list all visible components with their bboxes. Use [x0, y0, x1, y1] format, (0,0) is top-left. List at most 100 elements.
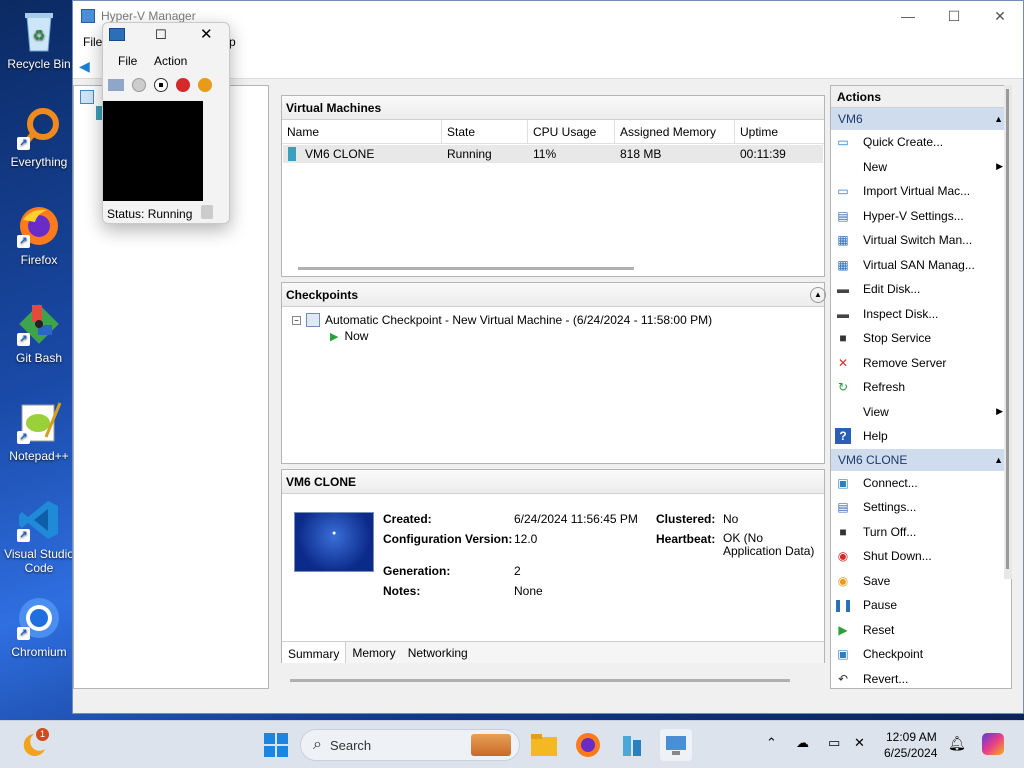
- vm-row[interactable]: VM6 CLONE Running 11% 818 MB 00:11:39: [283, 145, 823, 163]
- maximize-button[interactable]: ☐: [931, 1, 977, 31]
- lock-icon: [201, 205, 213, 219]
- file-explorer-icon[interactable]: [528, 729, 560, 761]
- action-shut-down[interactable]: ◉ Shut Down...: [831, 544, 1011, 569]
- shutdown-icon[interactable]: [176, 78, 190, 92]
- column-state[interactable]: State: [442, 120, 528, 143]
- blank-icon: [835, 159, 851, 175]
- action-pause[interactable]: ❚❚ Pause: [831, 593, 1011, 618]
- clock-time[interactable]: 12:09 AM: [886, 730, 937, 744]
- menu-help[interactable]: p: [229, 35, 239, 49]
- reset-icon: ▶: [838, 622, 848, 637]
- action-revert[interactable]: ↶ Revert...: [831, 667, 1011, 689]
- weather-widget-icon[interactable]: 1: [18, 728, 50, 761]
- action-label: Connect...: [863, 475, 918, 490]
- actions-vm-section[interactable]: VM6 CLONE ▲: [831, 448, 1011, 471]
- vm-connection-taskbar-icon[interactable]: [660, 729, 692, 761]
- value-created: 6/24/2024 11:56:45 PM: [514, 512, 638, 526]
- action-inspect-disk[interactable]: ▬ Inspect Disk...: [831, 302, 1011, 327]
- action-stop-service[interactable]: ■ Stop Service: [831, 326, 1011, 351]
- column-name[interactable]: Name: [282, 120, 442, 143]
- action-hyper-v-settings[interactable]: ▤ Hyper-V Settings...: [831, 204, 1011, 229]
- tab-summary[interactable]: Summary: [282, 642, 347, 663]
- action-new[interactable]: New ▶: [831, 155, 1011, 180]
- desktop-icon-recycle-bin[interactable]: ♻ Recycle Bin: [0, 6, 78, 71]
- notifications-bell-icon[interactable]: 🔔︎: [948, 735, 966, 752]
- action-edit-disk[interactable]: ▬ Edit Disk...: [831, 277, 1011, 302]
- action-reset[interactable]: ▶ Reset: [831, 618, 1011, 643]
- back-arrow-icon[interactable]: ◀: [79, 58, 90, 75]
- firefox-taskbar-icon[interactable]: [572, 729, 604, 761]
- vm-screen[interactable]: [103, 101, 203, 201]
- tray-overflow-icon[interactable]: ⌃: [766, 735, 777, 751]
- close-button[interactable]: ✕: [200, 25, 213, 43]
- action-save[interactable]: ◉ Save: [831, 569, 1011, 594]
- checkpoint-now-item[interactable]: ▶ Now: [330, 329, 368, 343]
- vm-thumbnail[interactable]: ●: [294, 512, 374, 572]
- menu-file[interactable]: File: [83, 35, 102, 49]
- hyperv-tree-root-icon[interactable]: [80, 90, 94, 104]
- vmconn-menu-file[interactable]: File: [118, 54, 137, 68]
- hyperv-manager-taskbar-icon[interactable]: [616, 729, 648, 761]
- action-turn-off[interactable]: ■ Turn Off...: [831, 520, 1011, 545]
- tree-collapse-icon[interactable]: −: [292, 315, 301, 325]
- search-icon: ⌕: [313, 736, 322, 753]
- action-virtual-san-manag[interactable]: ▦ Virtual SAN Manag...: [831, 253, 1011, 278]
- vm-icon: [288, 147, 296, 161]
- clock-date[interactable]: 6/25/2024: [884, 746, 937, 760]
- action-remove-server[interactable]: ✕ Remove Server: [831, 351, 1011, 376]
- action-import-virtual-mac[interactable]: ▭ Import Virtual Mac...: [831, 179, 1011, 204]
- switch-icon: ▦: [837, 233, 849, 248]
- desktop-icon-vscode[interactable]: ↗ Visual Studio Code: [0, 496, 78, 575]
- actions-host-section[interactable]: VM6 ▲: [831, 108, 1011, 130]
- action-label: Virtual SAN Manag...: [863, 257, 975, 272]
- start-icon[interactable]: [132, 78, 146, 92]
- display-icon[interactable]: ▭: [828, 735, 840, 751]
- checkpoint-item[interactable]: − Automatic Checkpoint - New Virtual Mac…: [292, 313, 712, 327]
- column-uptime[interactable]: Uptime: [735, 120, 823, 143]
- network-icon[interactable]: ☁: [796, 735, 809, 751]
- close-button[interactable]: ✕: [977, 1, 1023, 31]
- action-label: New: [863, 159, 888, 174]
- action-refresh[interactable]: ↻ Refresh: [831, 375, 1011, 400]
- copilot-icon[interactable]: [982, 733, 1004, 755]
- maximize-button[interactable]: ☐: [155, 27, 167, 43]
- action-view[interactable]: View ▶: [831, 400, 1011, 425]
- action-checkpoint[interactable]: ▣ Checkpoint: [831, 642, 1011, 667]
- action-quick-create[interactable]: ▭ Quick Create...: [831, 130, 1011, 155]
- vm-connection-window: ☐ ✕ File Action Status: Running: [102, 22, 230, 224]
- desktop-icon-git-bash[interactable]: ↗ Git Bash: [0, 300, 78, 365]
- horizontal-scrollbar[interactable]: [298, 267, 634, 270]
- ctrl-alt-del-icon[interactable]: [108, 79, 124, 91]
- save-icon: ◉: [837, 573, 849, 588]
- value-notes: None: [514, 584, 543, 598]
- action-settings[interactable]: ▤ Settings...: [831, 495, 1011, 520]
- turn-off-icon[interactable]: [154, 78, 168, 92]
- desktop-icon-notepad-plus-plus[interactable]: ↗ Notepad++: [0, 398, 78, 463]
- start-button[interactable]: [260, 729, 292, 761]
- stop-icon: ■: [839, 331, 847, 346]
- save-icon[interactable]: [198, 78, 212, 92]
- action-connect[interactable]: ▣ Connect...: [831, 471, 1011, 496]
- san-icon: ▦: [837, 257, 849, 272]
- action-virtual-switch-man[interactable]: ▦ Virtual Switch Man...: [831, 228, 1011, 253]
- shutdown-icon: ◉: [837, 549, 849, 564]
- minimize-button[interactable]: —: [885, 1, 931, 31]
- column-assigned-memory[interactable]: Assigned Memory: [615, 120, 735, 143]
- edit-disk-icon: ▬: [837, 282, 849, 297]
- taskbar-search-box[interactable]: ⌕ Search: [300, 729, 520, 761]
- collapse-icon: ▲: [994, 454, 1003, 465]
- desktop-icon-chromium[interactable]: ↗ Chromium: [0, 594, 78, 659]
- actions-pane: Actions VM6 ▲ ▭ Quick Create... New ▶ ▭ Import…: [830, 85, 1012, 689]
- actions-scrollbar[interactable]: [1004, 85, 1012, 579]
- desktop-icon-firefox[interactable]: ↗ Firefox: [0, 202, 78, 267]
- desktop-icon-everything[interactable]: ↗ Everything: [0, 104, 78, 169]
- volume-icon[interactable]: ✕: [854, 735, 865, 751]
- center-scrollbar[interactable]: [290, 679, 790, 682]
- column-cpu-usage[interactable]: CPU Usage: [528, 120, 615, 143]
- tab-networking[interactable]: Networking: [402, 642, 474, 663]
- tab-memory[interactable]: Memory: [346, 642, 401, 663]
- collapse-icon[interactable]: ▲: [810, 287, 826, 303]
- vmconn-menu-action[interactable]: Action: [154, 54, 187, 68]
- pause-icon: ❚❚: [832, 598, 854, 613]
- action-help[interactable]: ? Help: [831, 424, 1011, 449]
